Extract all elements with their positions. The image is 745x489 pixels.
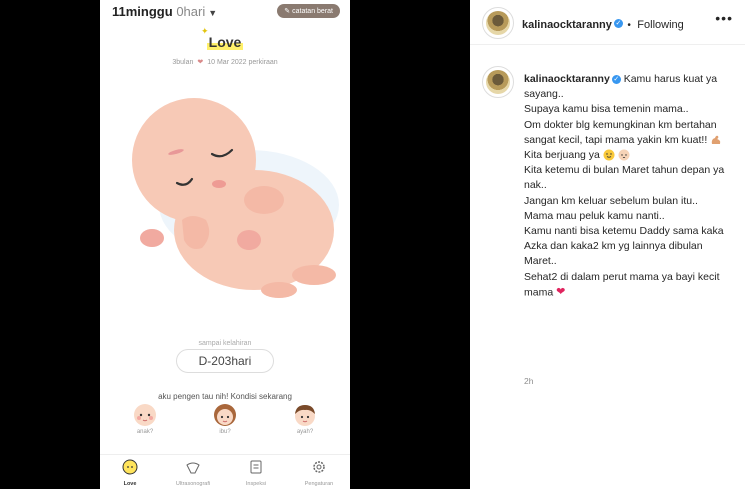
fetus-illustration bbox=[132, 98, 339, 298]
baby-face-icon bbox=[134, 404, 156, 426]
weeks-text: 11minggu bbox=[112, 4, 173, 19]
hugging-face-icon bbox=[603, 149, 615, 161]
caption-line: Kita berjuang ya bbox=[524, 149, 600, 162]
weight-record-label: catatan berat bbox=[292, 8, 333, 15]
countdown-value: D-203hari bbox=[175, 349, 275, 373]
ultrasound-icon bbox=[186, 462, 200, 474]
caption-text: kalinaocktaranny ✓ Kamu harus kuat ya say… bbox=[524, 72, 734, 300]
nav-inspection[interactable]: Inspeksi bbox=[226, 459, 286, 487]
instagram-post-panel: kalinaocktaranny ✓ • Following ••• kalina… bbox=[470, 0, 745, 489]
caption-line: Sehat2 di dalam perut mama ya bayi kecit… bbox=[524, 270, 720, 299]
nav-love[interactable]: Love bbox=[100, 459, 160, 487]
avatar[interactable] bbox=[482, 66, 514, 98]
following-button[interactable]: Following bbox=[637, 19, 683, 31]
pregnancy-week-selector[interactable]: 11minggu 0hari ▼ bbox=[112, 4, 217, 19]
nav-love-label: Love bbox=[123, 481, 137, 487]
verified-badge-icon: ✓ bbox=[613, 19, 623, 29]
pregnancy-app-screen: 11minggu 0hari ▼ ✎ catatan berat ✦ Love 3… bbox=[100, 0, 350, 489]
baby-icon bbox=[122, 459, 138, 475]
father-face-icon bbox=[295, 405, 315, 426]
pregnancy-subinfo: 3bulan ❤ 10 Mar 2022 perkiraan bbox=[100, 58, 350, 66]
header-name-row: kalinaocktaranny ✓ • Following bbox=[522, 15, 684, 33]
mother-face-icon bbox=[214, 404, 236, 426]
mother-condition-label: ibu? bbox=[219, 429, 231, 435]
caption-line: Kamu nanti bisa ketemu Daddy sama kaka A… bbox=[524, 225, 724, 268]
condition-label: aku pengen tau nih! Kondisi sekarang bbox=[158, 392, 292, 401]
father-condition-button[interactable]: ayah? bbox=[280, 402, 330, 435]
post-timestamp[interactable]: 2h bbox=[524, 376, 533, 386]
app-topbar: 11minggu 0hari ▼ ✎ catatan berat bbox=[112, 4, 340, 22]
days-text: 0hari bbox=[176, 4, 206, 19]
caption-line: Mama mau peluk kamu nanti.. bbox=[524, 209, 665, 222]
more-options-icon[interactable]: ••• bbox=[715, 10, 733, 26]
caption-line: Supaya kamu bisa temenin mama.. bbox=[524, 103, 689, 116]
flexed-biceps-icon bbox=[711, 135, 721, 145]
due-date-text: 10 Mar 2022 perkiraan bbox=[207, 59, 278, 66]
condition-faces: anak? ibu? ayah? bbox=[100, 402, 350, 448]
username-link[interactable]: kalinaocktaranny bbox=[522, 19, 612, 31]
baby-condition-label: anak? bbox=[136, 429, 154, 435]
caption-username[interactable]: kalinaocktaranny bbox=[524, 73, 610, 85]
nav-ultrasound[interactable]: Ultrasonografi bbox=[163, 459, 223, 487]
nav-settings-label: Pengaturan bbox=[304, 481, 334, 487]
post-header: kalinaocktaranny ✓ • Following ••• bbox=[470, 0, 745, 45]
clipboard-icon bbox=[250, 460, 262, 474]
baby-condition-button[interactable]: anak? bbox=[120, 402, 170, 435]
caption-line: Jangan km keluar sebelum bulan itu.. bbox=[524, 194, 698, 207]
baby-emoji-icon bbox=[618, 149, 630, 161]
mother-condition-button[interactable]: ibu? bbox=[200, 402, 250, 435]
father-condition-label: ayah? bbox=[296, 429, 314, 435]
bottom-navigation: Love Ultrasonografi Inspeksi Pengaturan bbox=[100, 454, 350, 489]
months-text: 3bulan bbox=[172, 59, 194, 66]
avatar[interactable] bbox=[482, 7, 514, 39]
separator-dot: • bbox=[627, 20, 631, 31]
weight-record-button[interactable]: ✎ catatan berat bbox=[277, 4, 340, 18]
gear-icon bbox=[313, 461, 325, 473]
nav-inspection-label: Inspeksi bbox=[245, 481, 267, 487]
app-screenshot-area: 11minggu 0hari ▼ ✎ catatan berat ✦ Love 3… bbox=[0, 0, 470, 489]
nav-settings[interactable]: Pengaturan bbox=[289, 459, 349, 487]
chevron-down-icon: ▼ bbox=[208, 8, 218, 18]
verified-badge-icon: ✓ bbox=[611, 74, 621, 84]
baby-nickname: Love bbox=[206, 34, 244, 50]
heart-icon: ❤ bbox=[197, 59, 204, 66]
caption-line: Kita ketemu di bulan Maret tahun depan y… bbox=[524, 164, 725, 192]
nav-ultrasound-label: Ultrasonografi bbox=[175, 481, 211, 487]
red-heart-icon: ❤ bbox=[556, 285, 566, 298]
pencil-icon: ✎ bbox=[284, 8, 291, 15]
caption-line: Om dokter blg kemungkinan km bertahan sa… bbox=[524, 118, 717, 146]
birth-countdown: sampai kelahiran D-203hari bbox=[100, 340, 350, 373]
countdown-label: sampai kelahiran bbox=[198, 340, 252, 347]
